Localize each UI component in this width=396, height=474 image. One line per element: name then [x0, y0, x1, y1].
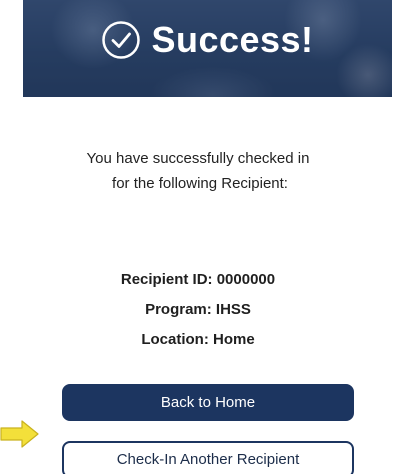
- check-circle-icon: [102, 21, 141, 59]
- banner-content: Success!: [23, 0, 392, 80]
- arrow-right-icon: [0, 420, 39, 448]
- message-line-1: You have successfully checked in: [86, 150, 310, 167]
- success-message: You have successfully checked in for the…: [0, 146, 396, 196]
- success-page: Success! You have successfully checked i…: [0, 0, 396, 474]
- recipient-program: Program: IHSS: [145, 301, 251, 318]
- back-to-home-button[interactable]: Back to Home: [62, 384, 354, 421]
- recipient-location: Location: Home: [141, 331, 255, 348]
- recipient-id: Recipient ID: 0000000: [120, 271, 276, 288]
- recipient-details: Recipient ID: 0000000 Program: IHSS Loca…: [0, 270, 396, 360]
- check-in-another-recipient-button[interactable]: Check-In Another Recipient: [62, 441, 354, 474]
- banner-title: Success!: [151, 19, 314, 60]
- message-line-2: for the following Recipient:: [112, 175, 288, 192]
- success-banner: Success!: [23, 0, 392, 97]
